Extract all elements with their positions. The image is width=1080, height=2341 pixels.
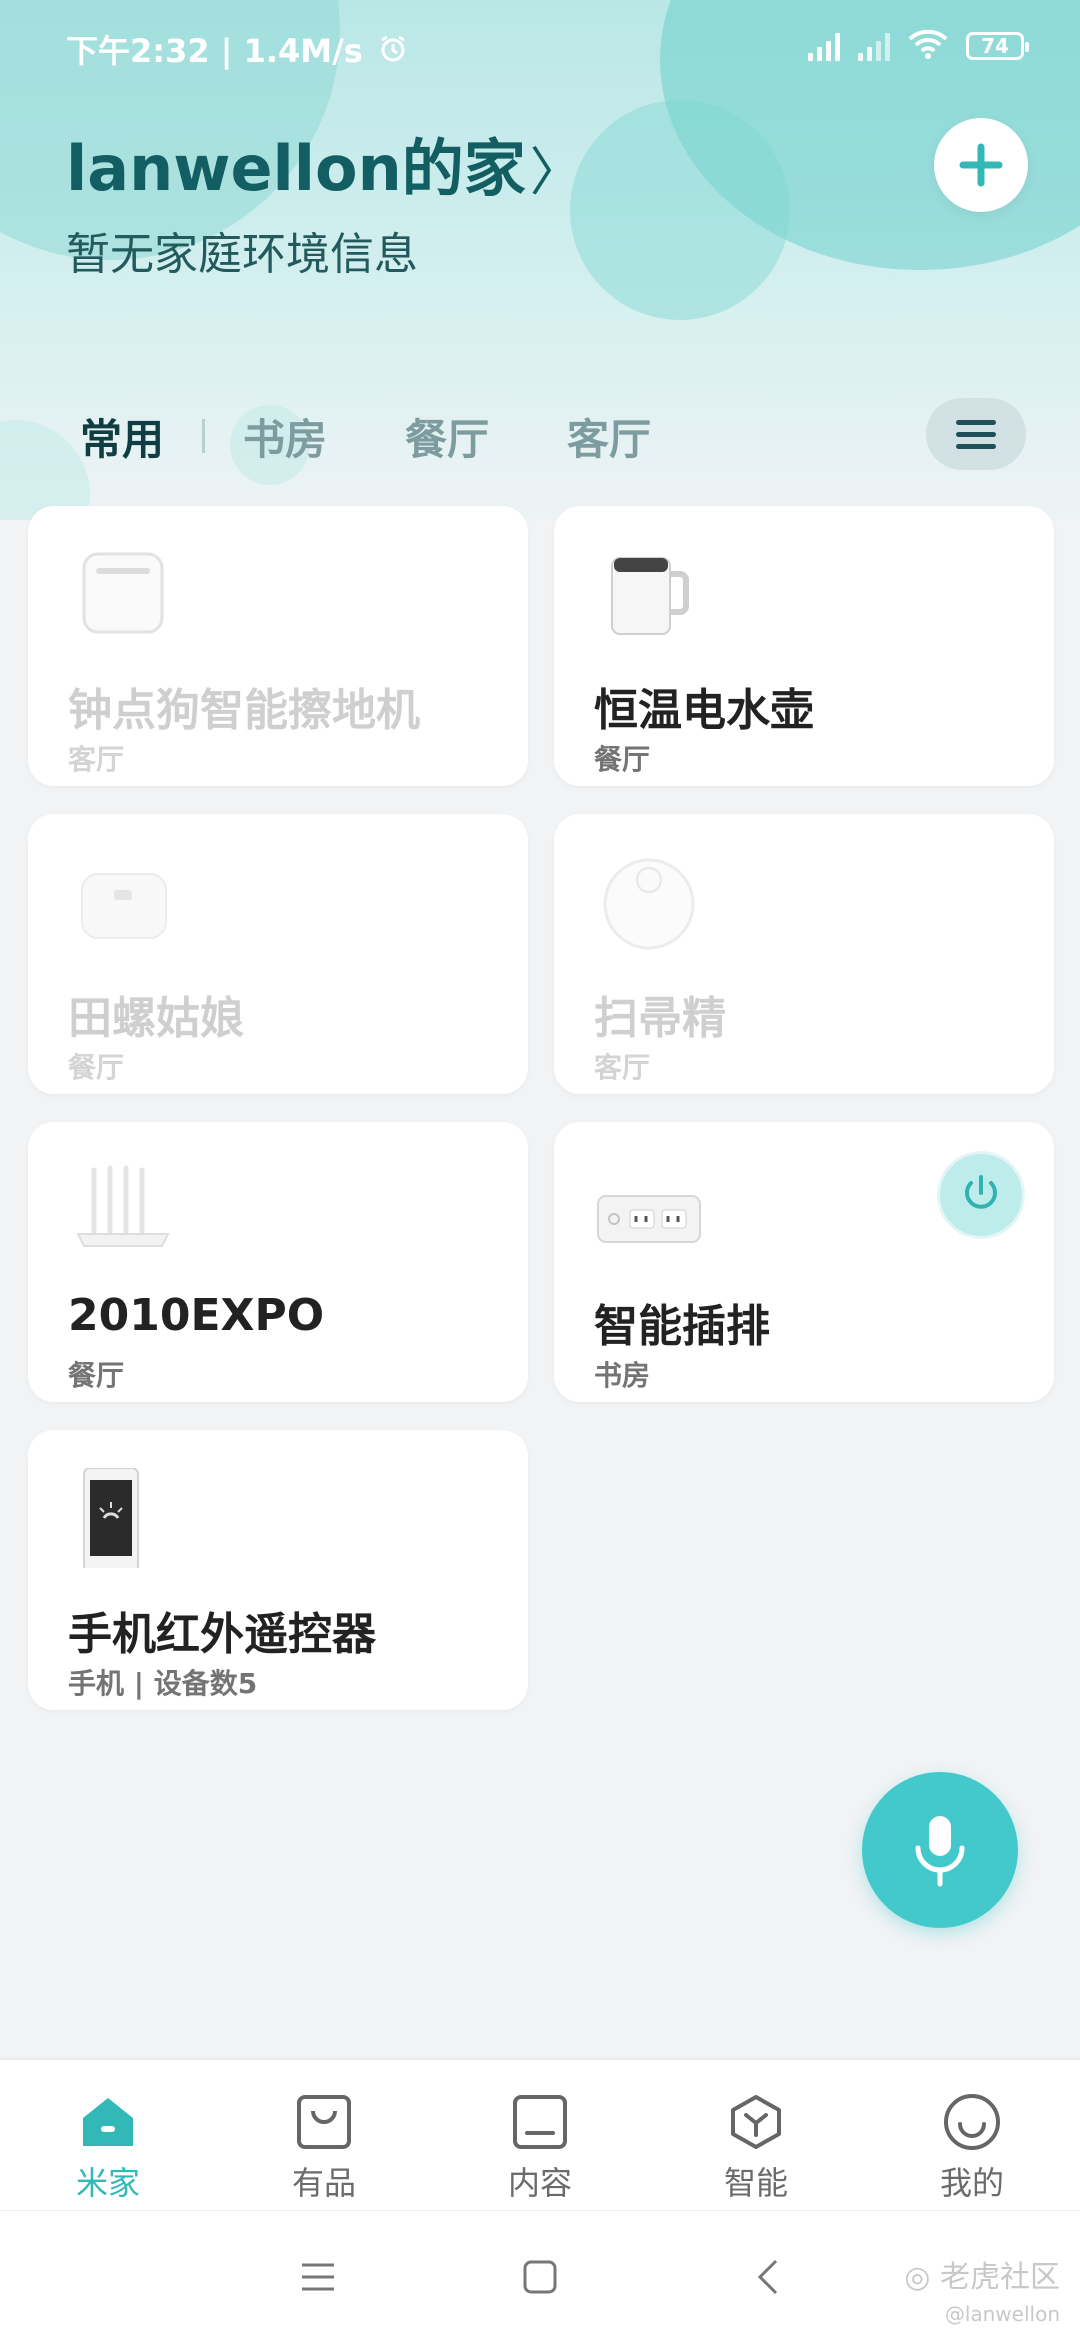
device-name: 手机红外遥控器 xyxy=(68,1609,376,1660)
device-room: 客厅 xyxy=(594,1051,651,1084)
decor-bubble xyxy=(0,420,90,520)
tab-common[interactable]: 常用 xyxy=(80,406,164,467)
profile-smile-icon xyxy=(942,2092,1002,2152)
battery-icon: 74 xyxy=(966,32,1029,60)
chevron-right-icon: 〉 xyxy=(529,143,582,203)
device-card[interactable]: 钟点狗智能擦地机 客厅 xyxy=(28,506,528,786)
smart-cube-icon xyxy=(726,2092,786,2152)
device-card[interactable]: 田螺姑娘 餐厅 xyxy=(28,814,528,1094)
add-device-button[interactable] xyxy=(934,118,1028,212)
home-icon xyxy=(78,2092,138,2152)
nav-youpin[interactable]: 有品 xyxy=(216,2060,432,2212)
nav-mijia[interactable]: 米家 xyxy=(0,2060,216,2212)
router-icon xyxy=(68,1160,178,1260)
shopping-bag-icon xyxy=(294,2092,354,2152)
tab-living[interactable]: 客厅 xyxy=(567,406,651,467)
watermark-handle: @lanwellon xyxy=(944,2302,1060,2326)
phone-remote-icon xyxy=(68,1467,178,1573)
wifi-icon xyxy=(908,28,948,64)
battery-level: 74 xyxy=(981,34,1009,58)
tab-divider xyxy=(202,419,206,453)
content-icon xyxy=(510,2092,570,2152)
status-time-text: 下午2:32 | 1.4M/s xyxy=(66,32,363,70)
watermark: ◎ 老虎社区 xyxy=(904,2252,1060,2296)
device-room: 餐厅 xyxy=(68,1051,125,1084)
decor-bubble xyxy=(570,100,790,320)
status-icons: 74 xyxy=(808,28,1029,64)
alarm-icon xyxy=(378,34,408,72)
voice-assistant-button[interactable] xyxy=(862,1772,1018,1928)
device-card[interactable]: 恒温电水壶 餐厅 xyxy=(554,506,1054,786)
kettle-icon xyxy=(594,544,704,644)
power-icon xyxy=(965,1175,997,1209)
power-toggle-button[interactable] xyxy=(940,1154,1022,1236)
bottom-navigation: 米家 有品 内容 智能 我的 xyxy=(0,2058,1080,2212)
nav-profile[interactable]: 我的 xyxy=(864,2060,1080,2212)
device-room: 客厅 xyxy=(68,743,125,776)
nav-label: 内容 xyxy=(507,2164,572,2202)
nav-smart[interactable]: 智能 xyxy=(648,2060,864,2212)
home-selector[interactable]: lanwellon的家〉 xyxy=(66,118,582,208)
signal-icon xyxy=(858,31,890,61)
device-card[interactable]: 2010EXPO 餐厅 xyxy=(28,1122,528,1402)
device-card[interactable]: 扫帚精 客厅 xyxy=(554,814,1054,1094)
tab-study[interactable]: 书房 xyxy=(243,406,327,467)
nav-label: 我的 xyxy=(939,2164,1004,2202)
plus-icon xyxy=(959,143,1003,187)
rice-cooker-icon xyxy=(68,852,178,952)
room-menu-button[interactable] xyxy=(926,398,1026,470)
power-strip-icon xyxy=(594,1160,704,1260)
back-icon[interactable] xyxy=(746,2255,790,2299)
device-name: 田螺姑娘 xyxy=(68,993,244,1044)
device-name: 恒温电水壶 xyxy=(594,685,814,736)
nav-label: 有品 xyxy=(291,2164,356,2202)
status-bar: 下午2:32 | 1.4M/s 74 xyxy=(0,20,1080,76)
menu-icon[interactable] xyxy=(296,2255,340,2299)
device-card[interactable]: 手机红外遥控器 手机 | 设备数5 xyxy=(28,1430,528,1710)
signal-hd-icon xyxy=(808,31,840,61)
mop-robot-icon xyxy=(68,544,178,644)
watermark-text: 老虎社区 xyxy=(940,2260,1060,2295)
nav-label: 米家 xyxy=(75,2164,140,2202)
home-name: lanwellon的家 xyxy=(66,132,526,205)
device-card[interactable]: 智能插排 书房 xyxy=(554,1122,1054,1402)
device-name: 扫帚精 xyxy=(594,993,726,1044)
device-name: 智能插排 xyxy=(594,1301,770,1352)
device-name: 钟点狗智能擦地机 xyxy=(68,685,420,736)
room-tabs: 常用 书房 餐厅 客厅 xyxy=(80,406,729,466)
tab-dining[interactable]: 餐厅 xyxy=(405,406,489,467)
microphone-icon xyxy=(915,1816,965,1887)
device-room: 餐厅 xyxy=(594,743,651,776)
status-time-speed: 下午2:32 | 1.4M/s xyxy=(66,26,408,72)
device-name: 2010EXPO xyxy=(68,1290,325,1341)
nav-content[interactable]: 内容 xyxy=(432,2060,648,2212)
device-room: 手机 | 设备数5 xyxy=(68,1667,258,1700)
device-room: 书房 xyxy=(594,1359,651,1392)
home-environment-info: 暂无家庭环境信息 xyxy=(66,229,418,280)
watermark-logo-icon: ◎ xyxy=(904,2260,940,2295)
nav-label: 智能 xyxy=(723,2164,788,2202)
home-square-icon[interactable] xyxy=(518,2255,562,2299)
robot-vacuum-icon xyxy=(594,852,704,952)
device-room: 餐厅 xyxy=(68,1359,125,1392)
